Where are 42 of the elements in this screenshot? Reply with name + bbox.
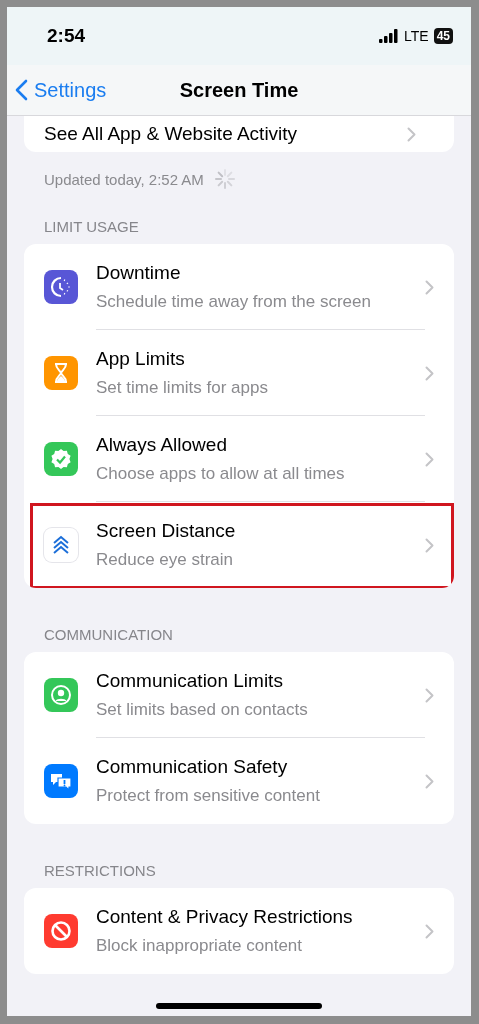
updated-text: Updated today, 2:52 AM: [44, 170, 204, 188]
section-header: COMMUNICATION: [43, 625, 174, 645]
row-title: Screen Distance: [96, 520, 236, 542]
chevron-icon: [425, 537, 434, 553]
settings-row[interactable]: Always Allowed Choose apps to allow at all times: [24, 416, 454, 502]
status-time: 2:54: [47, 25, 86, 47]
settings-row[interactable]: App Limits Set time limits for apps: [24, 330, 454, 416]
network-label: LTE: [404, 28, 429, 44]
row-subtitle: Block inappropriate content: [96, 936, 303, 956]
screen-title: Screen Time: [179, 78, 299, 102]
back-button[interactable]: Settings: [7, 78, 107, 102]
chevron-icon: [425, 451, 434, 467]
back-chevron-icon: [15, 79, 28, 101]
signal-icon: [379, 29, 399, 43]
chevron-icon: [425, 773, 434, 789]
chevron-icon: [407, 126, 416, 142]
row-subtitle: Schedule time away from the screen: [96, 291, 371, 312]
section-header: RESTRICTIONS: [43, 861, 157, 881]
row-title: Downtime: [96, 261, 181, 284]
settings-row[interactable]: Communication Limits Set limits based on contacts: [24, 652, 454, 738]
settings-row[interactable]: Content & Privacy Restrictions Block inappropriate content: [24, 888, 454, 974]
activity-row[interactable]: See All App & Website Activity: [24, 116, 454, 152]
row-title: App Limits: [96, 347, 185, 370]
row-subtitle: Set limits based on contacts: [96, 699, 308, 720]
battery-level: 45: [433, 28, 453, 44]
row-title: Communication Limits: [96, 669, 283, 692]
settings-row[interactable]: Downtime Schedule time away from the screen: [24, 244, 454, 330]
row-subtitle: Protect from sensitive content: [96, 786, 320, 806]
section-header: LIMIT USAGE: [43, 217, 140, 237]
row-title: See All App & Website Activity: [44, 123, 298, 145]
row-subtitle: Set time limits for apps: [96, 377, 268, 398]
row-subtitle: Reduce eye strain: [96, 550, 234, 570]
chevron-icon: [425, 923, 434, 939]
chevron-icon: [425, 687, 434, 703]
chevron-icon: [425, 279, 434, 295]
row-title: Communication Safety: [96, 756, 288, 778]
chevron-icon: [425, 365, 434, 381]
settings-row[interactable]: Screen Distance Reduce eye strain: [24, 502, 454, 588]
row-title: Always Allowed: [96, 433, 227, 456]
row-subtitle: Choose apps to allow at all times: [96, 463, 345, 484]
settings-row[interactable]: Communication Safety Protect from sensitive content: [24, 738, 454, 824]
row-title: Content & Privacy Restrictions: [96, 906, 353, 928]
